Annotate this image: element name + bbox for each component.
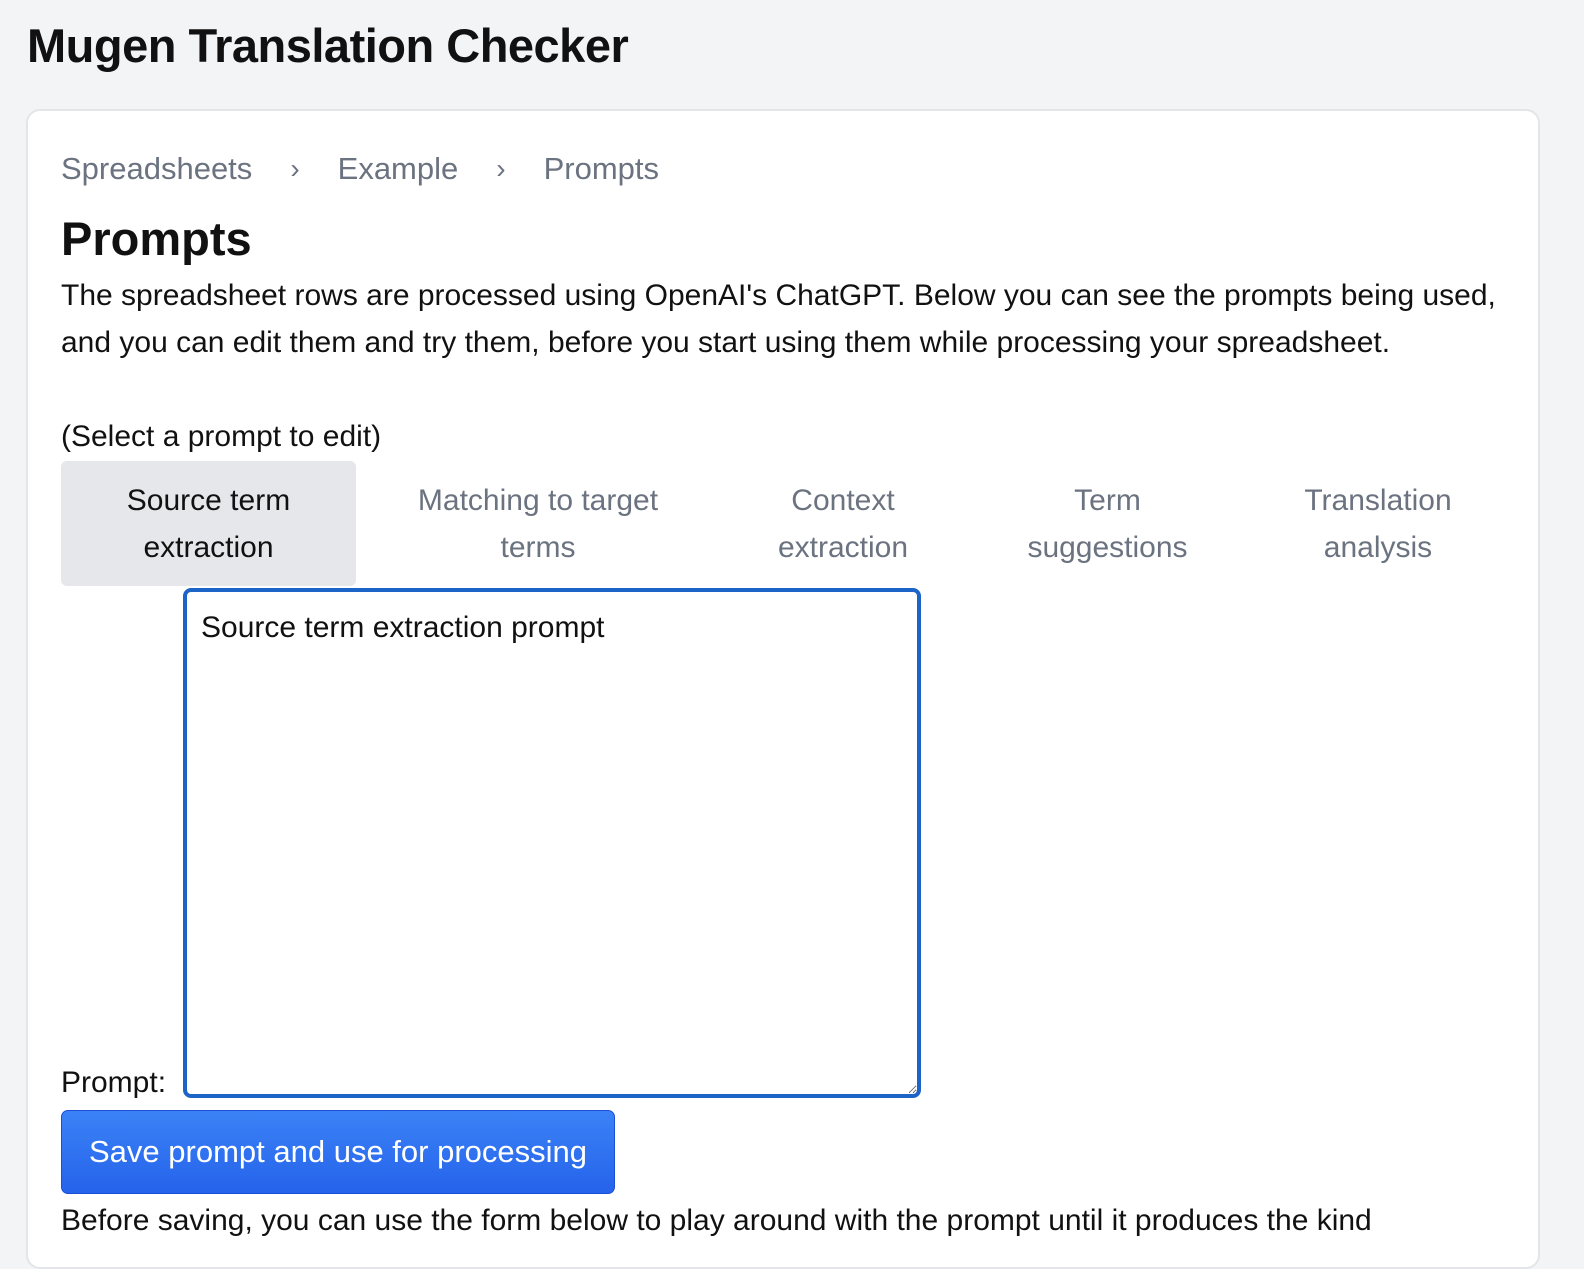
chevron-right-icon: › (290, 153, 300, 184)
prompts-card: Spreadsheets › Example › Prompts Prompts… (26, 109, 1540, 1269)
breadcrumb-example[interactable]: Example (338, 151, 459, 187)
prompt-field-row: Prompt: Source term extraction prompt (61, 588, 961, 1099)
tab-term-suggestions[interactable]: Term suggestions (966, 461, 1249, 586)
prompt-textarea[interactable]: Source term extraction prompt (183, 588, 921, 1098)
tab-label: Term suggestions (1027, 483, 1188, 564)
breadcrumb: Spreadsheets › Example › Prompts (61, 147, 659, 191)
save-prompt-button[interactable]: Save prompt and use for processing (61, 1110, 615, 1194)
app-title: Mugen Translation Checker (27, 19, 629, 72)
breadcrumb-spreadsheets[interactable]: Spreadsheets (61, 151, 252, 187)
tab-matching-to-target-terms[interactable]: Matching to target terms (356, 461, 720, 586)
tab-label: Matching to target terms (417, 483, 659, 564)
playground-hint: Before saving, you can use the form belo… (61, 1204, 1372, 1237)
tab-label: Context extraction (777, 483, 909, 564)
prompt-label: Prompt: (61, 1066, 167, 1099)
page-title: Prompts (61, 212, 252, 265)
prompt-tabs: Source term extraction Matching to targe… (61, 461, 1507, 586)
chevron-right-icon: › (496, 153, 506, 184)
select-prompt-hint: (Select a prompt to edit) (61, 420, 382, 453)
tab-label: Translation analysis (1304, 483, 1452, 564)
page-intro: The spreadsheet rows are processed using… (61, 279, 1496, 359)
breadcrumb-prompts[interactable]: Prompts (544, 151, 659, 187)
tab-label: Source term extraction (126, 483, 291, 564)
tab-context-extraction[interactable]: Context extraction (720, 461, 966, 586)
tab-translation-analysis[interactable]: Translation analysis (1249, 461, 1507, 586)
tab-source-term-extraction[interactable]: Source term extraction (61, 461, 356, 586)
